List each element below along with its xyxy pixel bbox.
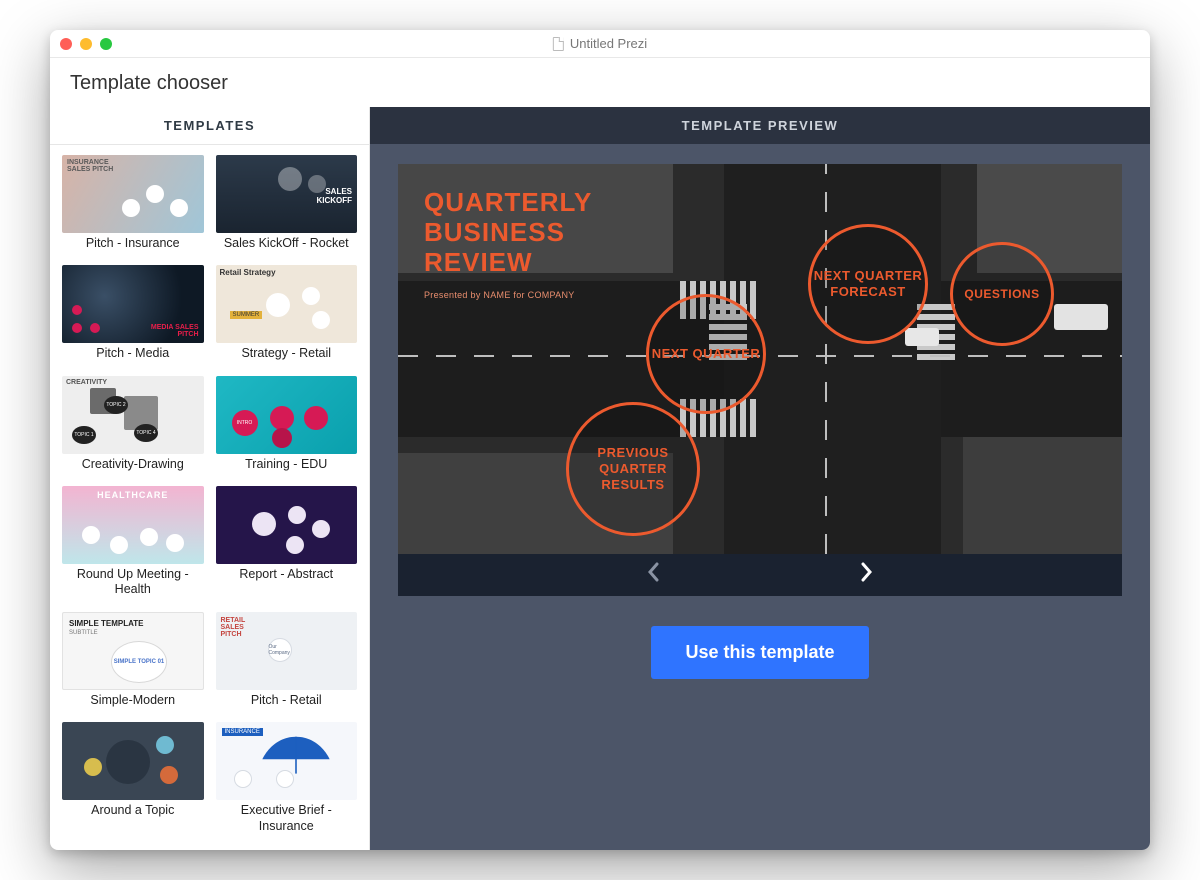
minimize-window-button[interactable] [80, 38, 92, 50]
template-training-edu[interactable]: INTRO Training - EDU [216, 376, 358, 478]
template-label: Creativity-Drawing [62, 454, 204, 473]
template-thumbnail [216, 155, 358, 233]
template-thumbnail: SUMMER [216, 265, 358, 343]
preview-nav [398, 554, 1122, 596]
template-label: Around a Topic [62, 800, 204, 819]
document-icon [553, 37, 564, 51]
preview-body: QUARTERLY BUSINESS REVIEW Presented by N… [370, 144, 1150, 850]
template-executive-brief-insurance[interactable]: Executive Brief - Insurance [216, 722, 358, 840]
template-preview-panel: TEMPLATE PREVIEW [370, 107, 1150, 850]
preview-header: TEMPLATE PREVIEW [370, 107, 1150, 144]
template-label: Report - Abstract [216, 564, 358, 583]
template-label: Training - EDU [216, 454, 358, 473]
template-thumbnail [62, 155, 204, 233]
template-thumbnail [216, 486, 358, 564]
template-label: Pitch - Media [62, 343, 204, 362]
template-label: Simple-Modern [62, 690, 204, 709]
template-report-abstract[interactable]: Report - Abstract [216, 486, 358, 604]
template-grid[interactable]: Pitch - Insurance Sales KickOff - Rocket [50, 145, 369, 850]
topic-next-quarter-forecast[interactable]: NEXT QUARTER FORECAST [808, 224, 928, 344]
preview-slide[interactable]: QUARTERLY BUSINESS REVIEW Presented by N… [398, 164, 1122, 554]
template-label: Sales KickOff - Rocket [216, 233, 358, 252]
template-thumbnail [62, 265, 204, 343]
template-creativity-drawing[interactable]: TOPIC 1 TOPIC 2 TOPIC 4 Creativity-Drawi… [62, 376, 204, 478]
template-pitch-retail[interactable]: Our Company Pitch - Retail [216, 612, 358, 714]
template-label: Strategy - Retail [216, 343, 358, 362]
prev-slide-button[interactable] [646, 562, 660, 588]
template-thumbnail: SIMPLE TOPIC 01 [62, 612, 204, 690]
template-thumbnail [62, 722, 204, 800]
preview-subtitle: Presented by NAME for COMPANY [424, 290, 575, 300]
chevron-right-icon [860, 562, 874, 582]
template-pitch-insurance[interactable]: Pitch - Insurance [62, 155, 204, 257]
template-thumbnail: TOPIC 1 TOPIC 2 TOPIC 4 [62, 376, 204, 454]
page-title: Template chooser [50, 58, 1150, 107]
templates-sidebar: TEMPLATES Pitch - Insurance Sales K [50, 107, 370, 850]
app-window: Untitled Prezi Template chooser TEMPLATE… [50, 30, 1150, 850]
content-area: TEMPLATES Pitch - Insurance Sales K [50, 107, 1150, 850]
zoom-window-button[interactable] [100, 38, 112, 50]
topic-previous-quarter-results[interactable]: PREVIOUS QUARTER RESULTS [566, 402, 700, 536]
template-label: Executive Brief - Insurance [216, 800, 358, 834]
umbrella-icon [256, 728, 336, 784]
next-slide-button[interactable] [860, 562, 874, 588]
traffic-lights [60, 38, 112, 50]
topic-questions[interactable]: QUESTIONS [950, 242, 1054, 346]
templates-header: TEMPLATES [50, 107, 369, 145]
window-title-text: Untitled Prezi [570, 36, 647, 51]
topic-next-quarter[interactable]: NEXT QUARTER [646, 294, 766, 414]
preview-title: QUARTERLY BUSINESS REVIEW [424, 188, 592, 278]
template-thumbnail: INTRO [216, 376, 358, 454]
template-around-a-topic[interactable]: Around a Topic [62, 722, 204, 840]
template-label: Round Up Meeting - Health [62, 564, 204, 598]
template-label: Pitch - Retail [216, 690, 358, 709]
chevron-left-icon [646, 562, 660, 582]
template-label: Pitch - Insurance [62, 233, 204, 252]
template-round-up-meeting-health[interactable]: Round Up Meeting - Health [62, 486, 204, 604]
use-this-template-button[interactable]: Use this template [651, 626, 868, 679]
template-simple-modern[interactable]: SIMPLE TOPIC 01 Simple-Modern [62, 612, 204, 714]
template-thumbnail [62, 486, 204, 564]
close-window-button[interactable] [60, 38, 72, 50]
template-sales-kickoff-rocket[interactable]: Sales KickOff - Rocket [216, 155, 358, 257]
template-thumbnail: Our Company [216, 612, 358, 690]
template-thumbnail [216, 722, 358, 800]
titlebar: Untitled Prezi [50, 30, 1150, 58]
preview-stage: QUARTERLY BUSINESS REVIEW Presented by N… [398, 164, 1122, 596]
template-pitch-media[interactable]: Pitch - Media [62, 265, 204, 367]
template-strategy-retail[interactable]: SUMMER Strategy - Retail [216, 265, 358, 367]
window-title: Untitled Prezi [553, 36, 647, 51]
